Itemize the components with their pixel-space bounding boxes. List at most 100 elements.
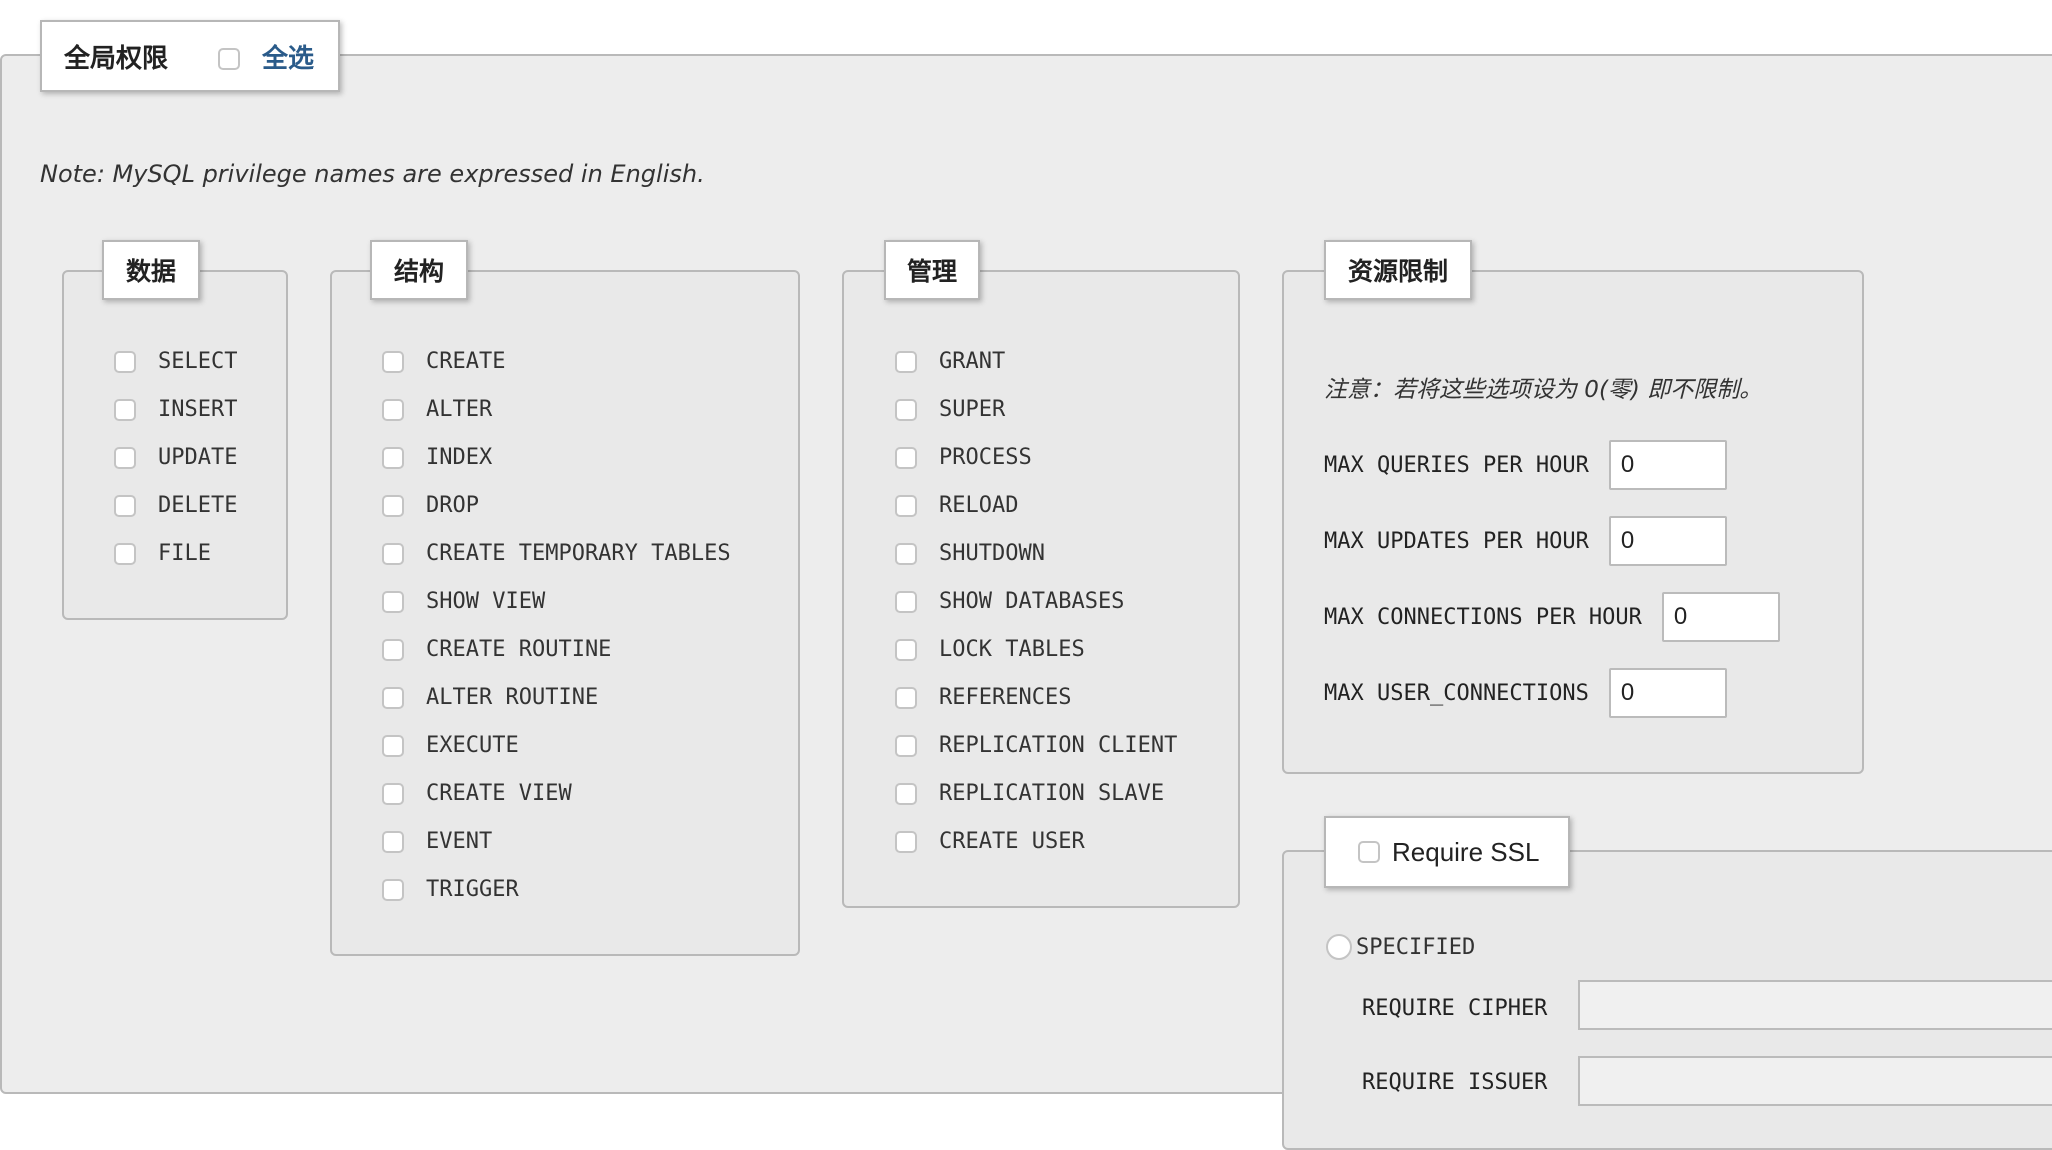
privilege-checkbox[interactable]	[114, 446, 136, 469]
privilege-label[interactable]: DELETE	[158, 493, 237, 518]
privilege-label[interactable]: REPLICATION CLIENT	[939, 733, 1177, 758]
privilege-label[interactable]: EVENT	[426, 829, 492, 854]
privilege-checkbox[interactable]	[895, 398, 917, 421]
admin-privilege-row[interactable]: REPLICATION SLAVE	[895, 781, 1164, 806]
structure-privilege-row[interactable]: EVENT	[382, 829, 492, 854]
global-privileges-title: 全局权限	[64, 43, 169, 74]
privilege-checkbox[interactable]	[114, 542, 136, 565]
admin-privilege-row[interactable]: REFERENCES	[895, 685, 1071, 710]
privilege-checkbox[interactable]	[895, 542, 917, 565]
privilege-label[interactable]: DROP	[426, 493, 479, 518]
privilege-checkbox[interactable]	[382, 398, 404, 421]
privilege-label[interactable]: ALTER	[426, 397, 492, 422]
privilege-label[interactable]: CREATE	[426, 349, 505, 374]
max-connections-input[interactable]: 0	[1661, 592, 1780, 642]
privilege-checkbox[interactable]	[382, 830, 404, 853]
structure-privilege-row[interactable]: ALTER	[382, 397, 492, 422]
admin-privilege-row[interactable]: SHUTDOWN	[895, 541, 1045, 566]
require-ssl-checkbox[interactable]	[1358, 841, 1380, 863]
privilege-checkbox[interactable]	[382, 542, 404, 565]
privilege-label[interactable]: CREATE VIEW	[426, 781, 572, 806]
privilege-label[interactable]: REFERENCES	[939, 685, 1071, 710]
structure-privilege-row[interactable]: CREATE VIEW	[382, 781, 572, 806]
privilege-label[interactable]: INSERT	[158, 397, 237, 422]
privilege-checkbox[interactable]	[382, 782, 404, 805]
privilege-checkbox[interactable]	[382, 590, 404, 613]
select-all-checkbox[interactable]	[218, 48, 241, 70]
privilege-checkbox[interactable]	[895, 638, 917, 661]
privilege-label[interactable]: TRIGGER	[426, 877, 519, 902]
max-queries-input[interactable]: 0	[1608, 440, 1727, 490]
privilege-label[interactable]: GRANT	[939, 349, 1005, 374]
admin-privilege-row[interactable]: RELOAD	[895, 493, 1018, 518]
max-updates-input[interactable]: 0	[1608, 516, 1727, 566]
privilege-label[interactable]: EXECUTE	[426, 733, 519, 758]
require-issuer-input[interactable]	[1578, 1056, 2052, 1106]
structure-privilege-row[interactable]: CREATE	[382, 349, 505, 374]
admin-privilege-row[interactable]: CREATE USER	[895, 829, 1085, 854]
max-queries-row: MAX QUERIES PER HOUR 0	[1324, 440, 1727, 490]
privilege-checkbox[interactable]	[114, 398, 136, 421]
ssl-specified-label[interactable]: SPECIFIED	[1356, 935, 1475, 960]
require-ssl-label[interactable]: Require SSL	[1392, 837, 1539, 868]
admin-privilege-row[interactable]: REPLICATION CLIENT	[895, 733, 1177, 758]
privilege-checkbox[interactable]	[382, 446, 404, 469]
privilege-label[interactable]: INDEX	[426, 445, 492, 470]
data-privilege-row[interactable]: SELECT	[114, 349, 237, 374]
privilege-checkbox[interactable]	[895, 782, 917, 805]
admin-privilege-row[interactable]: GRANT	[895, 349, 1005, 374]
privilege-checkbox[interactable]	[895, 446, 917, 469]
structure-privilege-row[interactable]: TRIGGER	[382, 877, 519, 902]
privilege-checkbox[interactable]	[895, 830, 917, 853]
privilege-label[interactable]: SUPER	[939, 397, 1005, 422]
admin-privilege-row[interactable]: SUPER	[895, 397, 1005, 422]
data-privilege-row[interactable]: DELETE	[114, 493, 237, 518]
data-privilege-row[interactable]: INSERT	[114, 397, 237, 422]
privilege-checkbox[interactable]	[382, 878, 404, 901]
structure-privilege-row[interactable]: ALTER ROUTINE	[382, 685, 598, 710]
privilege-checkbox[interactable]	[382, 638, 404, 661]
privilege-label[interactable]: ALTER ROUTINE	[426, 685, 598, 710]
privilege-checkbox[interactable]	[114, 494, 136, 517]
structure-privilege-row[interactable]: INDEX	[382, 445, 492, 470]
privilege-checkbox[interactable]	[382, 734, 404, 757]
data-group-title: 数据	[125, 257, 176, 286]
privilege-label[interactable]: FILE	[158, 541, 211, 566]
max-user-connections-input[interactable]: 0	[1608, 668, 1727, 718]
privilege-label[interactable]: SELECT	[158, 349, 237, 374]
structure-privilege-row[interactable]: EXECUTE	[382, 733, 519, 758]
privilege-label[interactable]: SHOW VIEW	[426, 589, 545, 614]
privilege-checkbox[interactable]	[895, 350, 917, 373]
admin-privilege-row[interactable]: SHOW DATABASES	[895, 589, 1124, 614]
admin-privilege-row[interactable]: PROCESS	[895, 445, 1032, 470]
ssl-specified-radio[interactable]	[1326, 934, 1352, 960]
privilege-label[interactable]: RELOAD	[939, 493, 1018, 518]
structure-privilege-row[interactable]: DROP	[382, 493, 479, 518]
privilege-checkbox[interactable]	[895, 494, 917, 517]
privilege-checkbox[interactable]	[895, 686, 917, 709]
data-privilege-row[interactable]: UPDATE	[114, 445, 237, 470]
structure-privilege-row[interactable]: SHOW VIEW	[382, 589, 545, 614]
privilege-checkbox[interactable]	[382, 350, 404, 373]
privilege-label[interactable]: LOCK TABLES	[939, 637, 1085, 662]
structure-privilege-row[interactable]: CREATE ROUTINE	[382, 637, 611, 662]
privilege-checkbox[interactable]	[382, 686, 404, 709]
select-all-label[interactable]: 全选	[262, 38, 314, 75]
privilege-checkbox[interactable]	[382, 494, 404, 517]
privilege-label[interactable]: CREATE TEMPORARY TABLES	[426, 541, 731, 566]
privilege-label[interactable]: CREATE ROUTINE	[426, 637, 611, 662]
require-cipher-input[interactable]	[1578, 980, 2052, 1030]
privilege-label[interactable]: PROCESS	[939, 445, 1032, 470]
privilege-checkbox[interactable]	[895, 734, 917, 757]
privilege-label[interactable]: UPDATE	[158, 445, 237, 470]
data-privilege-row[interactable]: FILE	[114, 541, 211, 566]
privilege-checkbox[interactable]	[114, 350, 136, 373]
privilege-label[interactable]: CREATE USER	[939, 829, 1085, 854]
privilege-label[interactable]: REPLICATION SLAVE	[939, 781, 1164, 806]
privilege-label[interactable]: SHOW DATABASES	[939, 589, 1124, 614]
privilege-checkbox[interactable]	[895, 590, 917, 613]
admin-privilege-row[interactable]: LOCK TABLES	[895, 637, 1085, 662]
max-queries-label: MAX QUERIES PER HOUR	[1324, 452, 1589, 478]
privilege-label[interactable]: SHUTDOWN	[939, 541, 1045, 566]
structure-privilege-row[interactable]: CREATE TEMPORARY TABLES	[382, 541, 731, 566]
